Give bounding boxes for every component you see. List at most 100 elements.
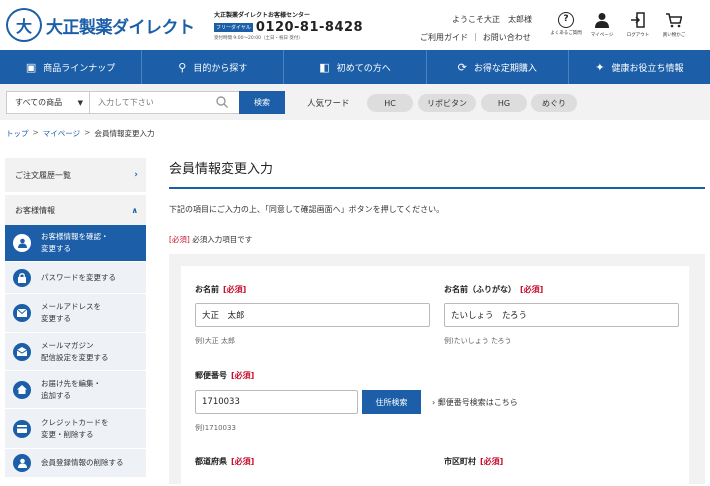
mail-icon [13, 304, 31, 322]
nav-item-purpose[interactable]: ⚲ 目的から探す [142, 50, 285, 84]
top-link-separator: | [474, 32, 477, 41]
zip-search-link[interactable]: › 郵便番号検索はこちら [432, 397, 518, 408]
faq-button[interactable]: ? よくあるご質問 [548, 12, 584, 38]
zip-label-text: 郵便番号 [195, 371, 227, 380]
sidebar-item-newsletter[interactable]: メールマガジン 配信設定を変更する [5, 333, 146, 371]
sidebar-item-label: クレジットカードを 変更・削除する [41, 417, 109, 441]
header-icons: ? よくあるご質問 マイページ ログアウト 買い物かご [548, 12, 692, 38]
required-tag: [必須] [223, 285, 247, 294]
cart-icon [666, 12, 683, 30]
sidebar-item-label: お客様情報を確認・ 変更する [41, 231, 109, 255]
sidebar-label-line2: 追加する [41, 390, 71, 400]
chevron-up-icon: ∧ [131, 205, 139, 215]
zip-label: 郵便番号 [必須] [195, 370, 254, 381]
kana-example: 例)たいしょう たろう [444, 337, 512, 345]
address-search-button[interactable]: 住所検索 [362, 390, 421, 414]
top-links: ご利用ガイド | お問い合わせ [420, 32, 531, 43]
sidebar-item-edit-profile[interactable]: お客様情報を確認・ 変更する [5, 225, 146, 262]
sidebar-item-order-history[interactable]: ご注文履歴一覧 › [5, 158, 146, 192]
nav-label: 健康お役立ち情報 [611, 63, 684, 74]
required-tag: [必須] [231, 457, 255, 466]
nav-label: 商品ラインナップ [43, 63, 116, 74]
nav-item-beginner[interactable]: ◧ 初めての方へ [284, 50, 427, 84]
breadcrumb-top[interactable]: トップ [6, 128, 29, 139]
sidebar-item-delete-account[interactable]: 会員登録情報の削除する [5, 449, 146, 478]
page-title: 会員情報変更入力 [169, 158, 705, 189]
main-content: 会員情報変更入力 下記の項目にご入力の上、「同意して確認画面へ」ボタンを押してく… [169, 158, 705, 486]
chevron-down-icon: ▼ [77, 98, 83, 107]
cart-label: 買い物かご [662, 33, 686, 38]
city-label-text: 市区町村 [444, 457, 476, 466]
nav-item-health[interactable]: ✦ 健康お役立ち情報 [569, 50, 710, 84]
zip-input[interactable] [195, 390, 358, 414]
sidebar-item-credit-card[interactable]: クレジットカードを 変更・削除する [5, 409, 146, 449]
popular-tag-hc[interactable]: HC [367, 94, 413, 112]
person-icon [595, 12, 609, 30]
search-icon [216, 96, 228, 111]
logout-button[interactable]: ログアウト [620, 12, 656, 38]
required-note-text: 必須入力項目です [192, 235, 253, 244]
nav-label: お得な定期購入 [473, 63, 537, 74]
kana-label: お名前（ふりがな） [必須] [444, 284, 543, 295]
search-button[interactable]: 検索 [239, 91, 285, 114]
sidebar-label-line1: お届け先を編集・ [41, 378, 101, 388]
logo-text: 大正製薬ダイレクト [46, 17, 195, 38]
sidebar-item-change-email[interactable]: メールアドレスを 変更する [5, 294, 146, 333]
breadcrumb-mypage[interactable]: マイページ [43, 128, 80, 139]
popular-words-label: 人気ワード [307, 99, 350, 109]
required-note: [必須] 必須入力項目です [169, 234, 252, 245]
user-delete-icon [13, 454, 31, 472]
main-nav: ▣ 商品ラインナップ ⚲ 目的から探す ◧ 初めての方へ ⟳ お得な定期購入 ✦… [0, 50, 710, 84]
sparkle-icon: ✦ [595, 60, 605, 74]
kana-label-text: お名前（ふりがな） [444, 285, 516, 294]
prefecture-label: 都道府県 [必須] [195, 456, 254, 467]
sidebar-label-line2: 変更・削除する [41, 429, 94, 439]
instruction-text: 下記の項目にご入力の上、「同意して確認画面へ」ボタンを押してください。 [169, 205, 445, 214]
nav-label: 目的から探す [193, 63, 248, 74]
required-tag: [必須] [480, 457, 504, 466]
nav-item-subscription[interactable]: ⟳ お得な定期購入 [427, 50, 569, 84]
site-logo[interactable]: 大 大正製薬ダイレクト [6, 8, 195, 42]
required-tag: [必須] [520, 285, 544, 294]
sidebar-item-label: メールマガジン 配信設定を変更する [41, 340, 109, 364]
sidebar-section-customer-info[interactable]: お客様情報 ∧ [5, 195, 146, 225]
sidebar: ご注文履歴一覧 › お客様情報 ∧ お客様情報を確認・ 変更する パスワードを変更… [5, 158, 146, 478]
free-dial-badge: フリーダイヤル [214, 23, 253, 32]
guide-link[interactable]: ご利用ガイド [420, 32, 468, 43]
sidebar-item-delivery-address[interactable]: お届け先を編集・ 追加する [5, 371, 146, 409]
required-tag: [必須] [169, 235, 190, 244]
popular-tag-hg[interactable]: HG [481, 94, 527, 112]
sidebar-item-label: お客様情報 [15, 205, 55, 215]
zip-search-link-text: 郵便番号検索はこちら [437, 398, 518, 407]
sidebar-item-change-password[interactable]: パスワードを変更する [5, 262, 146, 294]
popular-tag-lipovitan[interactable]: リポビタン [418, 94, 476, 112]
name-label: お名前 [必須] [195, 284, 246, 295]
required-tag: [必須] [231, 371, 255, 380]
lock-icon [13, 268, 31, 287]
logout-icon [631, 12, 645, 30]
popular-tag-meguri[interactable]: めぐり [531, 94, 577, 112]
mypage-label: マイページ [590, 33, 614, 38]
contact-link[interactable]: お問い合わせ [483, 32, 531, 43]
logout-label: ログアウト [626, 33, 650, 38]
category-select[interactable]: すべての商品 ▼ [6, 91, 90, 114]
sidebar-label-line1: お客様情報を確認・ [41, 232, 109, 241]
name-input[interactable] [195, 303, 430, 327]
sidebar-label-line2: 変更する [41, 244, 71, 253]
nav-item-products[interactable]: ▣ 商品ラインナップ [0, 50, 143, 84]
cart-button[interactable]: 買い物かご [656, 12, 692, 38]
mypage-button[interactable]: マイページ [584, 12, 620, 38]
city-label: 市区町村 [必須] [444, 456, 503, 467]
logo-mark-icon: 大 [6, 8, 42, 42]
sidebar-label-line2: 変更する [41, 314, 71, 323]
name-example: 例)大正 太郎 [195, 337, 235, 345]
faq-label: よくあるご質問 [550, 31, 582, 36]
breadcrumb-separator: > [32, 128, 39, 137]
sidebar-item-label: お届け先を編集・ 追加する [41, 378, 101, 402]
sidebar-item-label: 会員登録情報の削除する [41, 458, 124, 467]
form-inner: お名前 [必須] 例)大正 太郎 お名前（ふりがな） [必須] 例)たいしょう たろ… [181, 266, 689, 486]
credit-card-icon [13, 419, 31, 438]
question-circle-icon: ? [558, 12, 574, 28]
callcenter-phone[interactable]: 0120-81-8428 [256, 20, 363, 35]
kana-input[interactable] [444, 303, 679, 327]
